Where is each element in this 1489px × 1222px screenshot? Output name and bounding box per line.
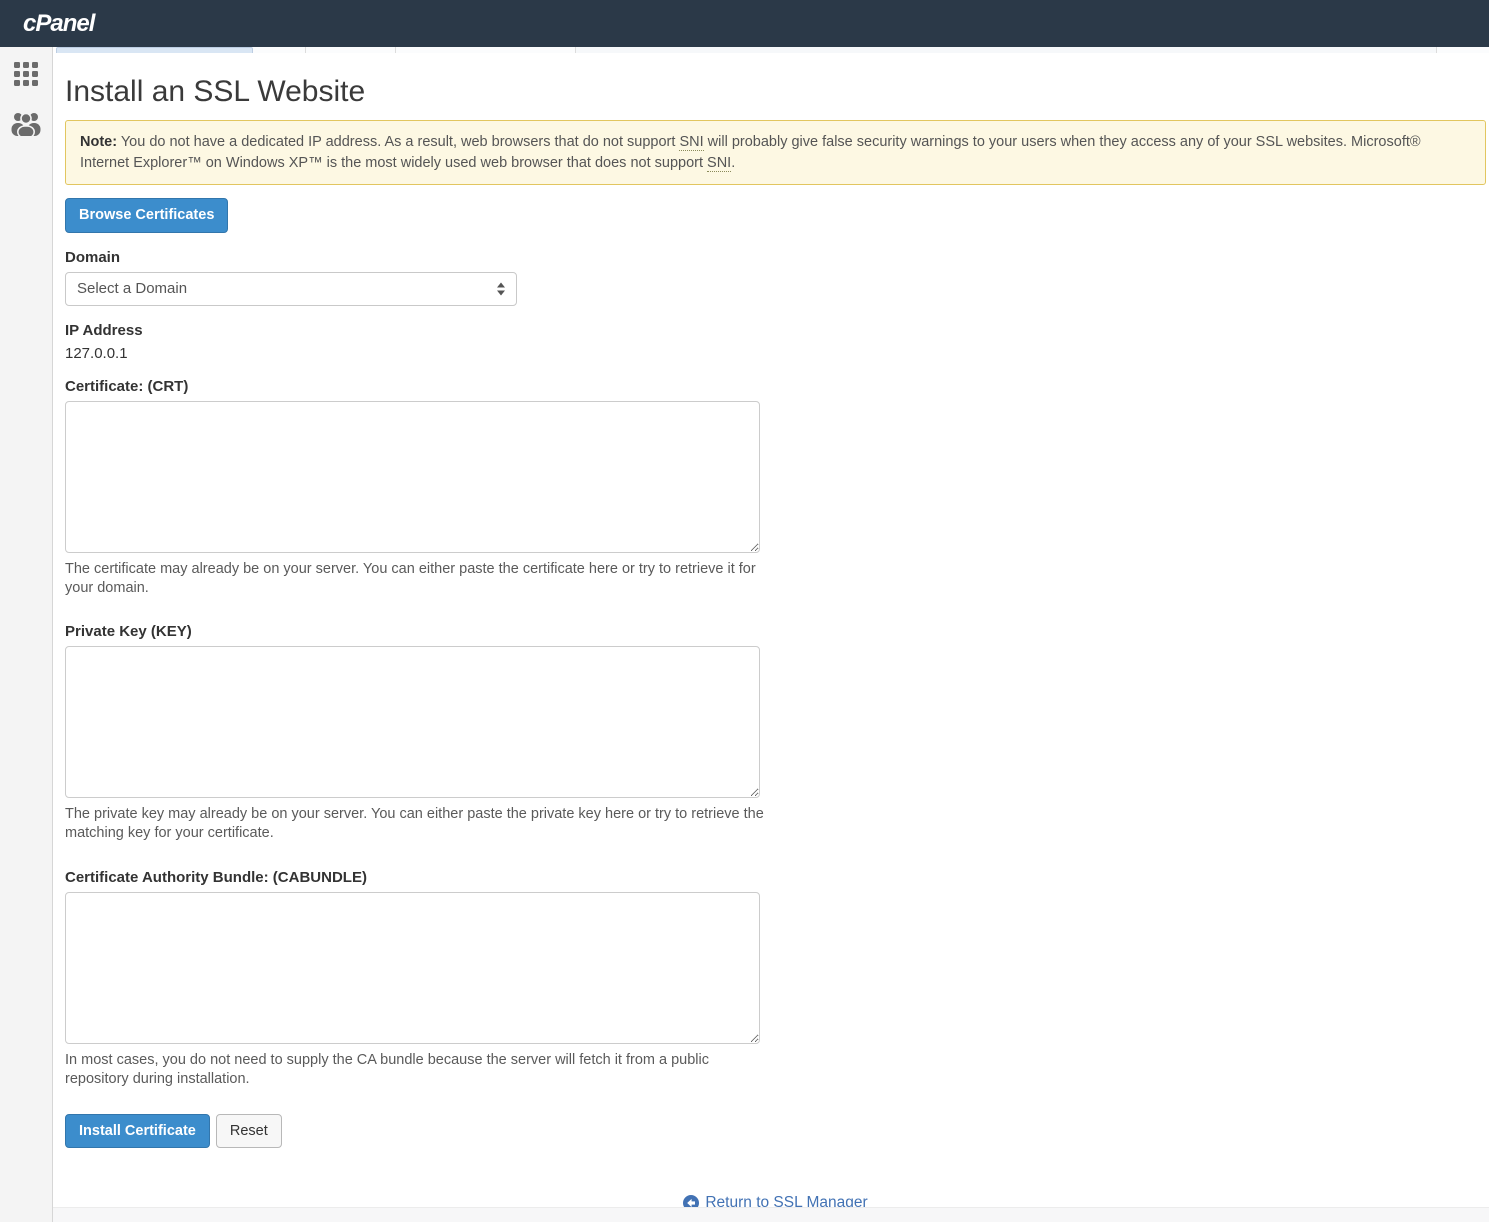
ip-address-value: 127.0.0.1 (65, 345, 1486, 362)
sni-warning-note: Note: You do not have a dedicated IP add… (65, 120, 1486, 185)
footer-strip (53, 1207, 1489, 1222)
install-certificate-button[interactable]: Install Certificate (65, 1114, 210, 1149)
reset-button[interactable]: Reset (216, 1114, 282, 1149)
clipped-tab (1436, 47, 1489, 53)
clipped-tab-strip (53, 47, 1489, 53)
domain-select[interactable]: Select a Domain (65, 272, 517, 306)
certificate-crt-help: The certificate may already be on your s… (65, 560, 765, 598)
sni-abbreviation: SNI (707, 155, 731, 172)
sidebar-item-users[interactable] (12, 108, 40, 136)
sidebar-item-tools[interactable] (12, 60, 40, 88)
ca-bundle-label: Certificate Authority Bundle: (CABUNDLE) (65, 869, 1486, 887)
top-navbar: cPanel (0, 0, 1489, 47)
left-sidebar (0, 47, 53, 1222)
domain-label: Domain (65, 249, 1486, 267)
clipped-tab-active (56, 47, 253, 53)
certificate-crt-label: Certificate: (CRT) (65, 378, 1486, 396)
ca-bundle-help: In most cases, you do not need to supply… (65, 1051, 765, 1089)
private-key-textarea[interactable] (65, 646, 760, 798)
clipped-tab (575, 47, 1436, 53)
clipped-tab (395, 47, 575, 53)
cpanel-logo[interactable]: cPanel (23, 12, 94, 36)
clipped-tab (305, 47, 395, 53)
clipped-tab (253, 47, 305, 53)
private-key-label: Private Key (KEY) (65, 623, 1486, 641)
ca-bundle-textarea[interactable] (65, 892, 760, 1044)
page-title: Install an SSL Website (65, 74, 1486, 110)
sni-abbreviation: SNI (679, 134, 703, 151)
users-group-icon (11, 109, 41, 136)
browse-certificates-button[interactable]: Browse Certificates (65, 198, 228, 233)
ip-address-label: IP Address (65, 322, 1486, 340)
main-content: Install an SSL Website Note: You do not … (53, 47, 1489, 1222)
note-label: Note: (80, 134, 117, 150)
grid-icon (14, 62, 38, 86)
private-key-help: The private key may already be on your s… (65, 805, 765, 843)
certificate-crt-textarea[interactable] (65, 401, 760, 553)
